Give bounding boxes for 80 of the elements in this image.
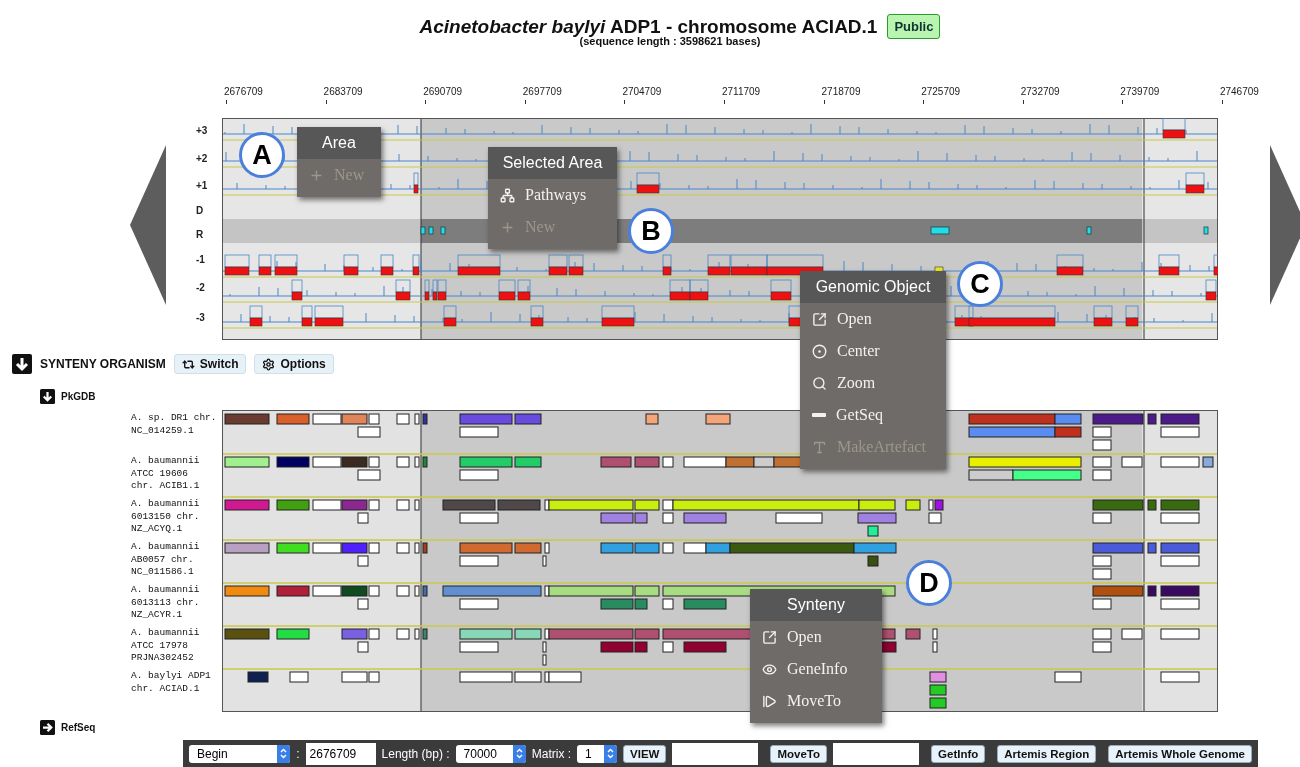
ruler-label: 2739709 bbox=[1119, 86, 1160, 97]
toolbar-label: : bbox=[296, 746, 300, 761]
organism-label: A. baumannii ATCC 19606 chr. ACIB1.1 bbox=[131, 454, 201, 493]
track-label: +2 bbox=[196, 151, 209, 166]
dropdown[interactable]: 1 bbox=[577, 744, 618, 763]
menu-item[interactable]: Open bbox=[800, 303, 946, 335]
ruler-label: 2711709 bbox=[720, 86, 761, 97]
sequence-length: (sequence length : 3598621 bases) bbox=[579, 35, 761, 47]
scroll-right-icon[interactable] bbox=[1270, 145, 1300, 305]
menu-title: Selected Area bbox=[488, 147, 617, 179]
ruler-label: 2697709 bbox=[521, 86, 562, 97]
toolbar-label: Length (bp) : bbox=[381, 746, 450, 761]
down-arrow-icon[interactable] bbox=[40, 388, 55, 404]
toolbar-button[interactable]: Artemis Region bbox=[997, 744, 1097, 763]
input-field[interactable]: 2676709 bbox=[305, 742, 376, 765]
sitemap-icon bbox=[500, 187, 515, 203]
chevrons-icon bbox=[280, 748, 288, 759]
right-arrow-icon[interactable] bbox=[40, 719, 55, 735]
plus-icon bbox=[500, 219, 515, 235]
track-label: -1 bbox=[196, 253, 206, 268]
public-badge: Public bbox=[887, 14, 941, 39]
switch-button[interactable]: Switch bbox=[173, 354, 247, 374]
source-name: RefSeq bbox=[61, 721, 96, 733]
ruler-label: 2690709 bbox=[422, 86, 463, 97]
organism-label: A. sp. DR1 chr. NC_014259.1 bbox=[131, 411, 218, 438]
search-icon bbox=[812, 375, 827, 391]
target-icon bbox=[812, 343, 827, 359]
menu-item[interactable]: Open bbox=[750, 621, 882, 653]
track-label: +3 bbox=[196, 124, 209, 139]
track-label: +1 bbox=[196, 179, 209, 194]
scroll-left-icon[interactable] bbox=[130, 145, 166, 305]
toolbar-label: Matrix : bbox=[531, 746, 572, 761]
chevrons-icon bbox=[515, 748, 523, 759]
ruler-label: 2683709 bbox=[322, 86, 363, 97]
menu-title: Area bbox=[297, 127, 381, 159]
down-arrow-icon[interactable] bbox=[12, 354, 32, 374]
track-label: -2 bbox=[196, 281, 206, 295]
settings-icon bbox=[262, 357, 276, 371]
external-link-icon bbox=[762, 629, 777, 645]
external-link-icon bbox=[812, 311, 827, 327]
track-label: R bbox=[196, 228, 205, 243]
menu-item[interactable]: Center bbox=[800, 335, 946, 367]
step-forward-icon bbox=[762, 693, 777, 709]
input-field[interactable] bbox=[833, 742, 920, 765]
minus-icon bbox=[812, 413, 826, 417]
dropdown[interactable]: 70000 bbox=[455, 744, 526, 763]
organism-label: A. baylyi ADP1 chr. ACIAD.1 bbox=[131, 669, 212, 696]
plus-icon bbox=[309, 167, 324, 183]
ruler-label: 2746709 bbox=[1218, 86, 1259, 97]
letter-icon bbox=[812, 439, 827, 455]
dropdown[interactable]: Begin bbox=[189, 744, 291, 763]
input-field[interactable] bbox=[672, 742, 759, 765]
track-label: -3 bbox=[196, 311, 206, 326]
menu-title: Synteny bbox=[750, 589, 882, 621]
ruler-label: 2676709 bbox=[223, 86, 263, 97]
options-button[interactable]: Options bbox=[254, 354, 334, 374]
toolbar-button[interactable]: Artemis Whole Genome bbox=[1108, 744, 1252, 763]
ruler-label: 2725709 bbox=[920, 86, 961, 97]
organism-label: A. baumannii 6013150 chr. NZ_ACYQ.1 bbox=[131, 497, 201, 536]
toolbar-button[interactable]: VIEW bbox=[623, 744, 667, 763]
ruler-label: 2704709 bbox=[621, 86, 662, 97]
menu-item[interactable]: GetSeq bbox=[800, 399, 946, 431]
toolbar-button[interactable]: MoveTo bbox=[770, 744, 828, 763]
menu-item[interactable]: Pathways bbox=[488, 179, 617, 211]
menu-title: Genomic Object bbox=[800, 271, 946, 303]
organism-label: A. baumannii AB0057 chr. NC_011586.1 bbox=[131, 540, 201, 579]
organism-label: A. baumannii 6013113 chr. NZ_ACYR.1 bbox=[131, 583, 201, 622]
menu-item[interactable]: GeneInfo bbox=[750, 653, 882, 685]
toolbar-button[interactable]: GetInfo bbox=[931, 744, 986, 763]
ruler-label: 2732709 bbox=[1019, 86, 1060, 97]
track-label: D bbox=[196, 204, 205, 218]
chevrons-icon bbox=[607, 748, 615, 759]
section-title: SYNTENY ORGANISM bbox=[40, 357, 166, 371]
page-title: Acinetobacter baylyi ADP1 - chromosome ACIAD.1 bbox=[419, 15, 878, 38]
ruler-label: 2718709 bbox=[820, 86, 861, 97]
eye-icon bbox=[762, 661, 777, 677]
menu-item[interactable]: Zoom bbox=[800, 367, 946, 399]
menu-item[interactable]: MoveTo bbox=[750, 685, 882, 717]
organism-label: A. baumannii ATCC 17978 PRJNA302452 bbox=[131, 626, 201, 665]
source-name: PkGDB bbox=[61, 390, 96, 402]
